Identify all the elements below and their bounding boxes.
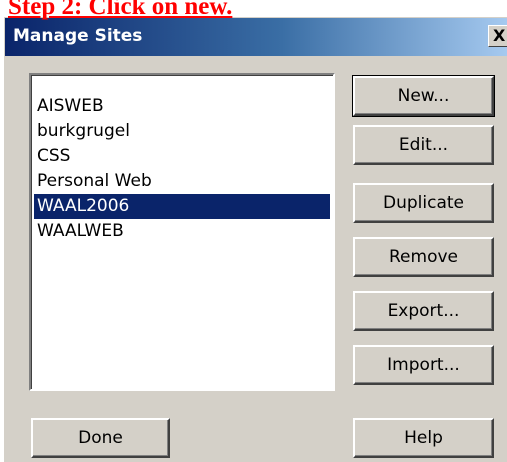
manage-sites-dialog: Manage Sites X AISWEB burkgrugel CSS Per… bbox=[4, 17, 507, 462]
edit-button[interactable]: Edit... bbox=[353, 125, 494, 165]
done-button[interactable]: Done bbox=[31, 418, 170, 458]
instruction-caption: Step 2: Click on new. bbox=[8, 0, 233, 20]
help-button[interactable]: Help bbox=[353, 418, 494, 458]
site-list-item-selected[interactable]: WAAL2006 bbox=[34, 194, 330, 219]
dialog-title-bar[interactable]: Manage Sites bbox=[5, 18, 507, 56]
duplicate-button[interactable]: Duplicate bbox=[353, 183, 494, 223]
new-button[interactable]: New... bbox=[352, 75, 495, 117]
dialog-title: Manage Sites bbox=[13, 26, 143, 46]
remove-button[interactable]: Remove bbox=[353, 237, 494, 277]
site-list-item[interactable]: burkgrugel bbox=[34, 119, 330, 144]
site-list-item[interactable]: AISWEB bbox=[34, 94, 330, 119]
import-button[interactable]: Import... bbox=[353, 345, 494, 385]
site-list-item[interactable]: CSS bbox=[34, 144, 330, 169]
export-button[interactable]: Export... bbox=[353, 291, 494, 331]
screenshot-stage: Manage Sites X AISWEB burkgrugel CSS Per… bbox=[0, 0, 507, 462]
sites-list[interactable]: AISWEB burkgrugel CSS Personal Web WAAL2… bbox=[29, 73, 335, 391]
site-list-item[interactable]: WAALWEB bbox=[34, 219, 330, 244]
close-button[interactable]: X bbox=[488, 25, 507, 47]
close-icon: X bbox=[493, 26, 506, 45]
site-list-item[interactable]: Personal Web bbox=[34, 169, 330, 194]
